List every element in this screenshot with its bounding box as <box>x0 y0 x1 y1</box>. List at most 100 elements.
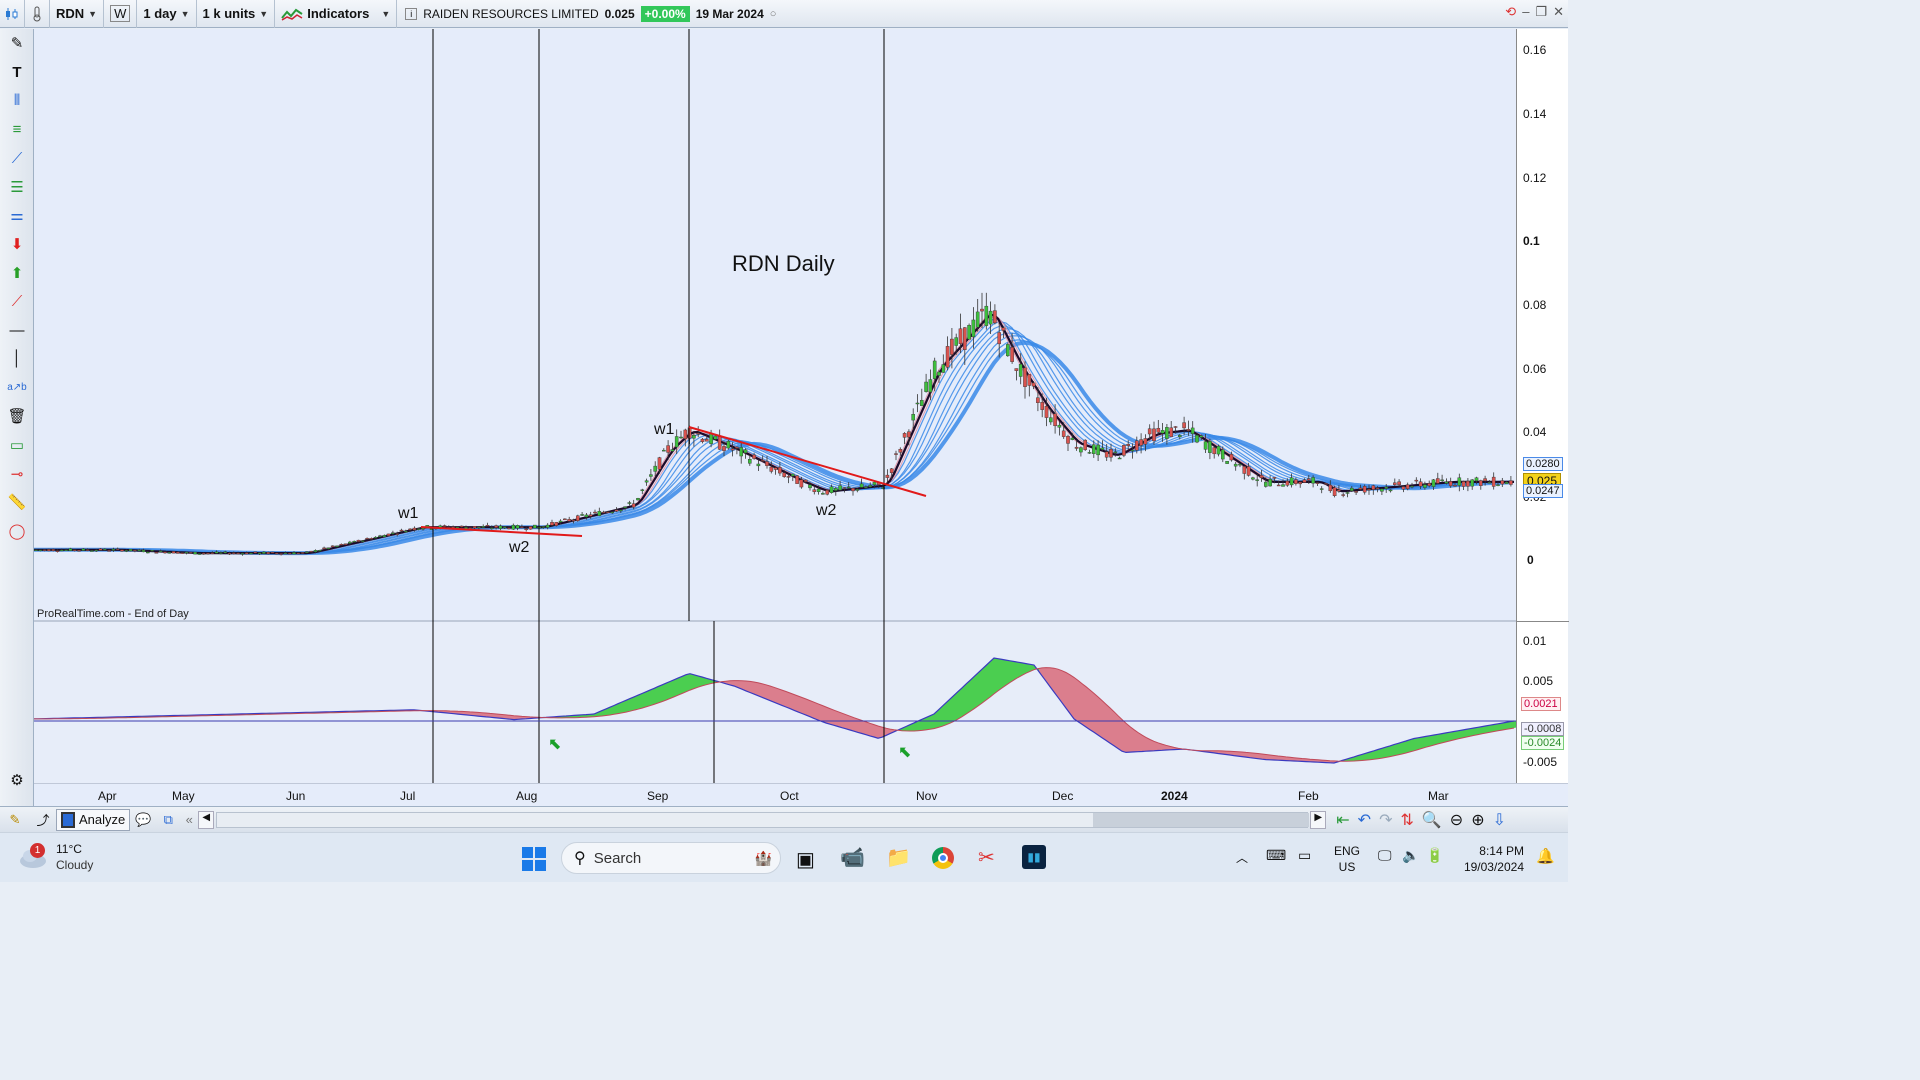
teams-icon[interactable]: 📹 <box>840 845 865 870</box>
candle-body <box>64 549 68 551</box>
go-to-start-icon[interactable]: ⇤ <box>1336 810 1349 830</box>
horizontal-line-icon[interactable]: — <box>0 316 34 345</box>
scroll-right-icon[interactable]: ▶ <box>1310 810 1327 829</box>
zoom-in-icon[interactable]: ⊕ <box>1471 810 1484 830</box>
redo-icon[interactable]: ↷ <box>1379 810 1392 830</box>
sell-arrow-icon[interactable]: ⬇ <box>0 230 34 259</box>
pencil-tool-icon[interactable]: ✎ <box>0 29 34 58</box>
chart-type-button[interactable] <box>0 0 25 28</box>
trendline-icon[interactable]: ⟋ <box>0 287 34 316</box>
wave-label[interactable]: w2 <box>509 539 529 557</box>
keyboard-icon[interactable]: ⌨ <box>1266 847 1286 864</box>
clock[interactable]: 8:14 PM 19/03/2024 <box>1456 843 1524 875</box>
candle-body <box>322 547 326 550</box>
buy-arrow-icon[interactable]: ⬉ <box>898 744 911 761</box>
candle-body <box>227 553 232 555</box>
prorealtime-app-icon[interactable]: ▮▮ <box>1022 845 1046 869</box>
settings-button[interactable] <box>25 0 50 28</box>
zoom-fit-icon[interactable]: 🔍 <box>1422 810 1442 830</box>
units-select[interactable]: 1 k units ▼ <box>197 0 276 28</box>
candle-body <box>141 549 146 553</box>
macd-fill-segment <box>1459 730 1462 739</box>
auto-scale-icon[interactable]: ⇅ <box>1400 810 1413 830</box>
restore-icon[interactable]: ❐ <box>1535 4 1547 20</box>
fibonacci-levels-icon[interactable]: ⚌ <box>0 201 34 230</box>
collapse-left-icon[interactable]: « <box>180 812 198 827</box>
task-view-icon[interactable]: ▣ <box>796 847 815 872</box>
notification-bell-icon[interactable]: 🔔 <box>1536 847 1555 865</box>
trash-icon[interactable]: 🗑 <box>0 402 34 431</box>
macd-fill-segment <box>1129 725 1132 753</box>
sync-icon[interactable]: ⟲ <box>1505 4 1516 20</box>
candle-body <box>145 551 150 554</box>
buy-arrow-icon[interactable]: ⬆ <box>0 259 34 288</box>
zoom-out-icon[interactable]: ⊖ <box>1450 810 1463 830</box>
search-box[interactable]: ⚲ Search 🏰 <box>561 842 781 874</box>
scroll-left-icon[interactable]: ◀ <box>198 810 215 829</box>
chart-annotation-title[interactable]: RDN Daily <box>732 251 835 277</box>
period-button[interactable]: W <box>104 0 138 28</box>
windows-icon[interactable]: ⧉ <box>156 812 180 828</box>
language-indicator[interactable]: ENG US <box>1334 843 1360 875</box>
minimize-icon[interactable]: – <box>1522 4 1529 20</box>
indicators-button[interactable]: Indicators ▼ <box>275 0 398 28</box>
candle-body <box>266 552 271 555</box>
candle-body <box>958 328 963 344</box>
chrome-icon[interactable] <box>932 847 954 869</box>
candle-body <box>705 439 709 442</box>
draw-mode-icon[interactable]: ✎ <box>0 812 30 828</box>
ray-line-icon[interactable]: ⊸ <box>0 459 34 488</box>
undo-icon[interactable]: ↶ <box>1358 810 1371 830</box>
timeframe-select[interactable]: 1 day ▼ <box>137 0 197 28</box>
chevron-down-icon[interactable]: ▼ <box>381 9 390 19</box>
price-axis[interactable]: 0.16 0.14 0.12 0.1 0.08 0.06 0.04 0.02 0… <box>1516 29 1569 783</box>
touchpad-icon[interactable]: ▭ <box>1298 847 1311 864</box>
start-button[interactable] <box>522 847 546 871</box>
info-icon[interactable]: i <box>405 7 418 20</box>
scrollbar-thumb[interactable] <box>1093 812 1310 827</box>
candle-body <box>1040 402 1044 410</box>
wave-label[interactable]: w2 <box>816 502 836 520</box>
buy-arrow-icon[interactable]: ⬉ <box>548 736 561 753</box>
ellipse-icon[interactable]: ◯ <box>0 517 34 546</box>
macd-fill-segment <box>925 716 928 731</box>
macd-fill-segment <box>850 716 853 731</box>
download-icon[interactable]: ⇩ <box>1493 810 1506 830</box>
macd-fill-segment <box>1435 734 1438 745</box>
fibonacci-vertical-icon[interactable]: ⫴ <box>0 86 34 115</box>
battery-icon[interactable]: 🔋 <box>1426 847 1443 864</box>
macd-fill-segment <box>1120 717 1123 752</box>
volume-icon[interactable]: 🔈 <box>1402 847 1419 864</box>
candle-body <box>528 526 533 530</box>
share-icon[interactable]: ⤴ <box>30 810 56 829</box>
macd-fill-segment <box>1465 729 1468 738</box>
fibonacci-fan-icon[interactable]: ⟋ <box>0 144 34 173</box>
chat-icon[interactable]: 💬 <box>130 812 156 828</box>
ruler-icon[interactable]: 📏 <box>0 488 34 517</box>
candle-body <box>34 549 38 551</box>
price-chart-svg[interactable]: ⬉ ⬉ <box>33 29 1516 783</box>
network-icon[interactable]: 🖵 <box>1378 847 1392 864</box>
snipping-tool-icon[interactable]: ✂ <box>978 845 995 870</box>
chart-area[interactable]: ⬉ ⬉ RDN Daily w1 w2 w1 w2 ProRealTime.co… <box>33 29 1516 783</box>
close-icon[interactable]: ✕ <box>1553 4 1564 20</box>
date-axis[interactable]: Apr May Jun Jul Aug Sep Oct Nov Dec 2024… <box>34 783 1568 806</box>
wave-label[interactable]: w1 <box>654 421 674 439</box>
text-tool-icon[interactable]: T <box>0 58 34 87</box>
analyze-button[interactable]: Analyze <box>56 808 131 831</box>
horizontal-scrollbar[interactable] <box>216 811 1310 828</box>
wave-label[interactable]: w1 <box>398 505 418 523</box>
ticker-select[interactable]: RDN ▼ <box>50 0 105 28</box>
show-hidden-icons[interactable]: ︿ <box>1236 849 1248 866</box>
fibonacci-extension-icon[interactable]: ☰ <box>0 172 34 201</box>
file-explorer-icon[interactable]: 📁 <box>886 845 911 870</box>
vertical-line-icon[interactable]: │ <box>0 345 34 374</box>
rectangle-icon[interactable]: ▭ <box>0 431 34 460</box>
alerts-icon[interactable]: ⚙ <box>0 765 34 794</box>
elliott-wave-icon[interactable]: a↗b <box>0 373 34 402</box>
trendline[interactable] <box>688 426 927 497</box>
weather-widget[interactable]: 1 11°C Cloudy <box>18 841 93 873</box>
candle-body <box>47 549 51 552</box>
candle-body <box>696 433 700 435</box>
fibonacci-retracement-icon[interactable]: ≡ <box>0 115 34 144</box>
